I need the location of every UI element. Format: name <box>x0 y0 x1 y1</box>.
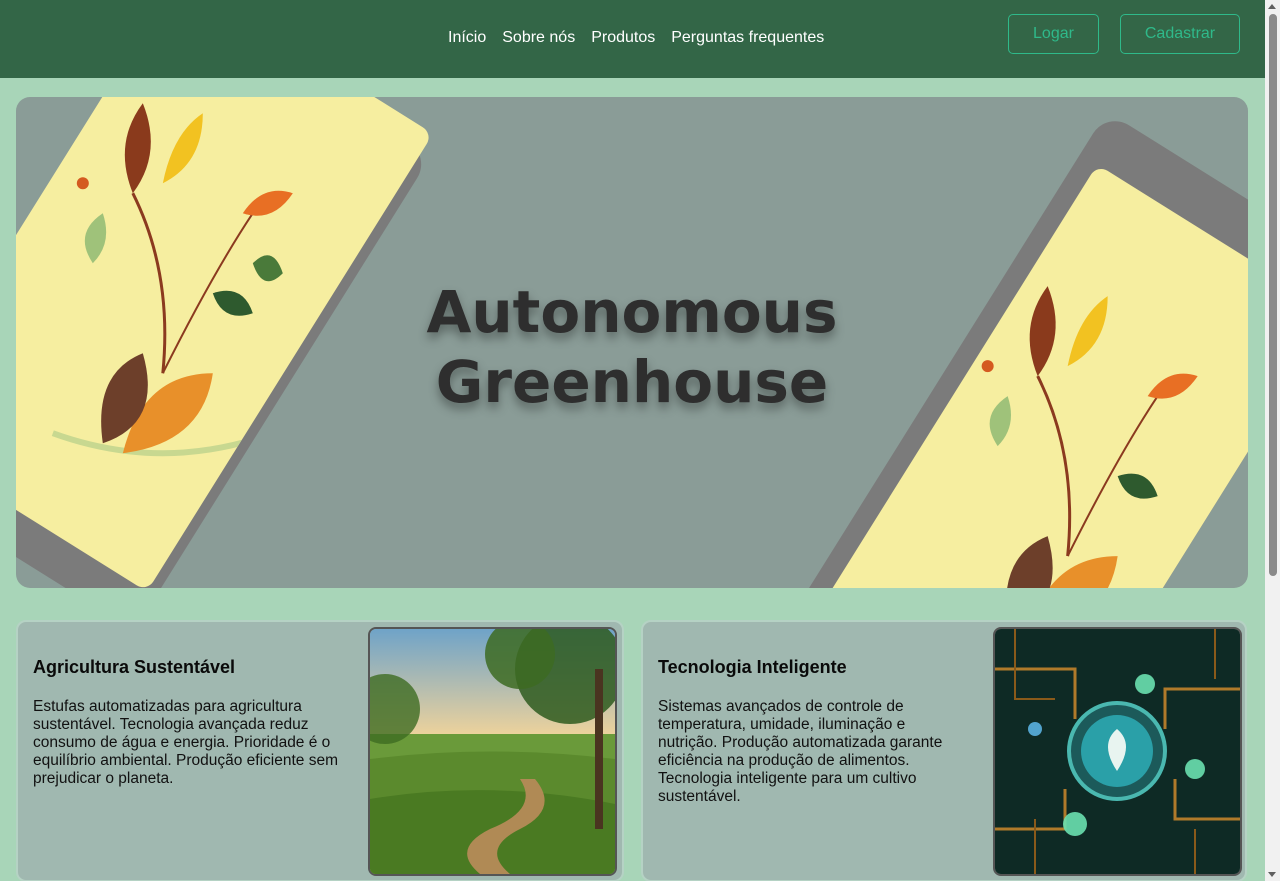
hero-title-line-2: Greenhouse <box>435 348 829 416</box>
nav-link-produtos[interactable]: Produtos <box>591 28 655 48</box>
navbar: Início Sobre nós Produtos Perguntas freq… <box>0 0 1265 78</box>
login-button[interactable]: Logar <box>1008 14 1099 54</box>
scrollbar-thumb[interactable] <box>1269 14 1277 576</box>
card-text: Estufas automatizadas para agricultura s… <box>33 698 339 787</box>
feature-card-sustentavel: Agricultura Sustentável Estufas automati… <box>16 620 624 881</box>
feature-card-tecnologia: Tecnologia Inteligente Sistemas avançado… <box>641 620 1247 881</box>
scroll-down-arrow-icon[interactable] <box>1268 872 1276 877</box>
card-title: Agricultura Sustentável <box>33 657 236 677</box>
landscape-image <box>368 627 617 876</box>
nav-link-perguntas-frequentes[interactable]: Perguntas frequentes <box>671 28 824 48</box>
circuit-leaf-image <box>993 627 1242 876</box>
card-title: Tecnologia Inteligente <box>658 657 847 677</box>
hero-title-line-1: Autonomous <box>426 278 838 346</box>
nav-link-sobre-nos[interactable]: Sobre nós <box>502 28 575 48</box>
signup-button[interactable]: Cadastrar <box>1120 14 1240 54</box>
card-text: Sistemas avançados de controle de temper… <box>658 698 943 805</box>
scroll-up-arrow-icon[interactable] <box>1268 4 1276 9</box>
page-scrollbar[interactable] <box>1265 0 1280 881</box>
hero-title: Autonomous Greenhouse <box>16 277 1248 417</box>
nav-link-inicio[interactable]: Início <box>448 28 486 48</box>
hero-banner: Autonomous Greenhouse <box>16 97 1248 588</box>
nav-links: Início Sobre nós Produtos Perguntas freq… <box>448 28 824 48</box>
